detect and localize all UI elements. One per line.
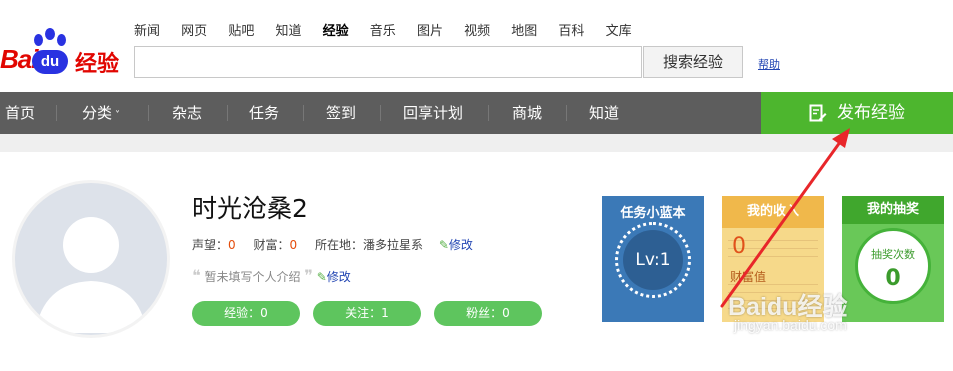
edit-location-label: 修改 — [448, 238, 473, 252]
top-nav-item[interactable]: 视频 — [464, 24, 490, 39]
logo-du-text: du — [32, 50, 68, 74]
nav-divider — [488, 105, 489, 121]
wealth-label: 财富： — [253, 238, 290, 252]
top-nav-item[interactable]: 新闻 — [134, 24, 160, 39]
nav-divider — [227, 105, 228, 121]
lottery-label: 抽奖次数 — [871, 248, 915, 261]
baidu-jingyan-logo[interactable]: Bai du 经验 — [0, 28, 125, 78]
open-quote-icon: ❝ — [192, 266, 201, 285]
nav-divider — [56, 105, 57, 121]
income-value: 0 — [732, 234, 746, 259]
divider-strip — [0, 134, 953, 152]
logo-jingyan-text: 经验 — [75, 52, 120, 77]
top-nav-item[interactable]: 知道 — [275, 24, 301, 39]
level-badge: Lv:1 — [623, 230, 683, 290]
main-nav-share-plan[interactable]: 回享计划 — [403, 92, 463, 134]
profile-intro: ❝ 暂未填写个人介绍 ❞ ✎修改 — [192, 266, 351, 285]
main-nav-category[interactable]: 分类 ˅ — [82, 92, 120, 134]
task-card-title: 任务小蓝本 — [620, 206, 686, 221]
income-card-title: 我的收入 — [722, 196, 824, 228]
location-label: 所在地： — [314, 238, 363, 252]
publish-experience-button[interactable]: 发布经验 — [761, 92, 953, 134]
chevron-down-icon: ˅ — [115, 110, 121, 121]
lottery-card[interactable]: 我的抽奖 抽奖次数 0 — [842, 196, 944, 322]
close-quote-icon: ❞ — [304, 266, 313, 285]
edit-intro-label: 修改 — [326, 270, 351, 284]
experience-count-pill[interactable]: 经验：0 — [192, 301, 300, 326]
wealth-value: 0 — [289, 238, 298, 252]
top-nav-item[interactable]: 文库 — [606, 24, 632, 39]
edit-location-link[interactable]: ✎修改 — [439, 238, 473, 252]
fans-count-pill[interactable]: 粉丝：0 — [434, 301, 542, 326]
top-nav-item-active[interactable]: 经验 — [323, 24, 349, 39]
nav-divider — [566, 105, 567, 121]
nav-divider — [148, 105, 149, 121]
top-nav-item[interactable]: 百科 — [558, 24, 584, 39]
top-bar: Bai du 经验 新闻 网页 贴吧 知道 经验 音乐 图片 视频 地图 百科 … — [0, 0, 953, 92]
income-label: 财富值 — [730, 270, 767, 284]
top-nav-item[interactable]: 音乐 — [370, 24, 396, 39]
intro-text: 暂未填写个人介绍 — [204, 270, 301, 284]
edit-document-icon — [809, 104, 827, 122]
pencil-icon: ✎ — [438, 238, 449, 252]
search-input[interactable] — [134, 46, 642, 78]
top-nav-item[interactable]: 图片 — [417, 24, 443, 39]
edit-intro-link[interactable]: ✎修改 — [317, 270, 351, 284]
nav-divider — [380, 105, 381, 121]
top-nav-item[interactable]: 地图 — [511, 24, 537, 39]
top-nav-item[interactable]: 贴吧 — [228, 24, 254, 39]
profile-meta: 声望：0 财富：0 所在地：潘多拉星系 ✎修改 — [192, 236, 473, 253]
following-count-pill[interactable]: 关注：1 — [313, 301, 421, 326]
pencil-icon: ✎ — [316, 270, 327, 284]
publish-label: 发布经验 — [837, 103, 905, 123]
reputation-value: 0 — [228, 238, 236, 252]
watermark-url: jingyan.baidu.com — [734, 317, 847, 333]
main-nav-tasks[interactable]: 任务 — [249, 92, 279, 134]
main-nav-category-label: 分类 — [82, 104, 113, 122]
task-card[interactable]: 任务小蓝本 Lv:1 — [602, 196, 704, 322]
reputation-label: 声望： — [192, 238, 229, 252]
top-nav-item[interactable]: 网页 — [181, 24, 207, 39]
lottery-value: 0 — [885, 266, 901, 291]
search-button[interactable]: 搜索经验 — [643, 46, 743, 78]
username: 时光沧桑2 — [192, 194, 308, 223]
main-nav-magazine[interactable]: 杂志 — [172, 92, 202, 134]
watermark: Baidu经验 jingyan.baidu.com — [728, 287, 847, 333]
paw-icon: du — [28, 28, 72, 76]
lottery-card-title: 我的抽奖 — [842, 196, 944, 224]
location-value: 潘多拉星系 — [362, 238, 423, 252]
top-nav: 新闻 网页 贴吧 知道 经验 音乐 图片 视频 地图 百科 文库 — [134, 20, 649, 40]
main-nav-checkin[interactable]: 签到 — [326, 92, 356, 134]
nav-divider — [303, 105, 304, 121]
avatar[interactable] — [12, 180, 170, 338]
main-nav-mall[interactable]: 商城 — [512, 92, 542, 134]
main-nav-home[interactable]: 首页 — [5, 92, 35, 134]
default-avatar-icon — [35, 217, 147, 333]
main-nav-zhidao[interactable]: 知道 — [589, 92, 619, 134]
help-link[interactable]: 帮助 — [758, 56, 780, 72]
